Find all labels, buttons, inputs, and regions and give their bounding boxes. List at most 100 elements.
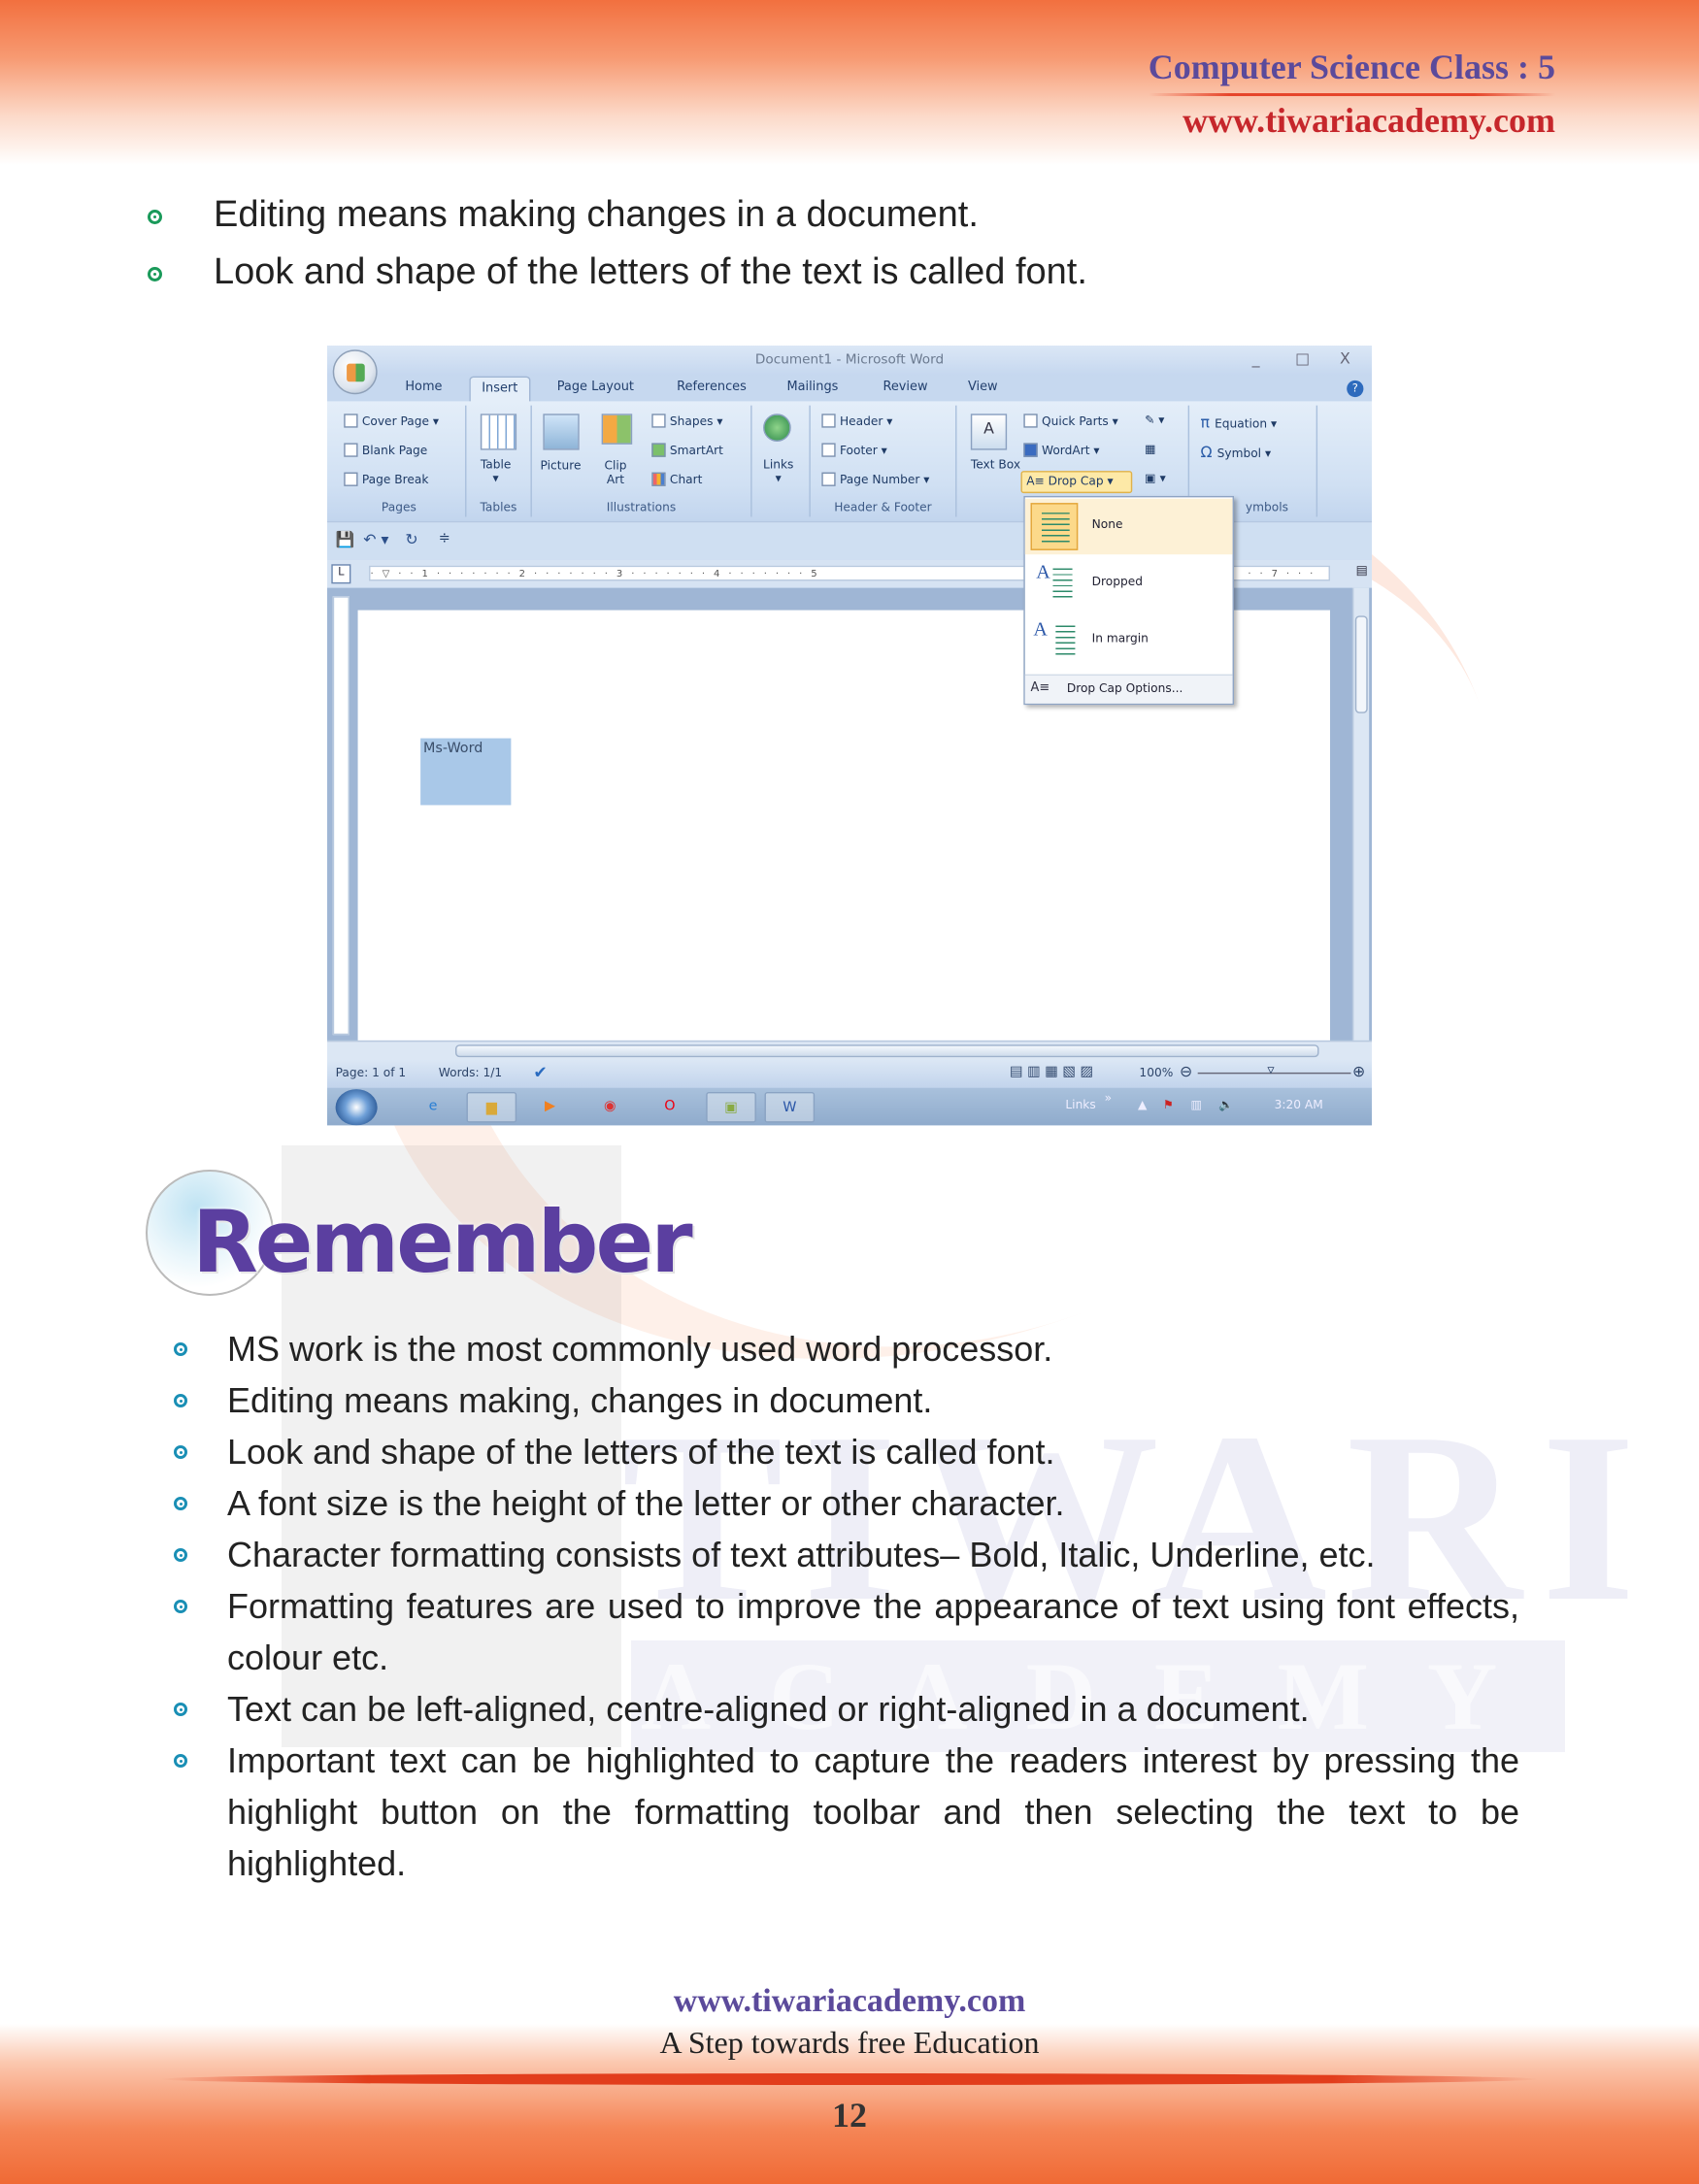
shapes-button[interactable]: Shapes ▾	[651, 414, 722, 429]
zoom-level[interactable]: 100%	[1139, 1067, 1173, 1080]
tab-mailings[interactable]: Mailings	[786, 381, 838, 394]
tab-review[interactable]: Review	[883, 381, 927, 394]
office-button[interactable]	[332, 349, 378, 395]
list-text: Editing means making changes in a docume…	[214, 194, 979, 235]
signature-line-icon[interactable]: ✎ ▾	[1145, 414, 1164, 427]
group-label: Pages	[381, 501, 416, 516]
group-pages: Cover Page ▾ Blank Page Page Break Pages	[333, 405, 467, 517]
list-item: Important text can be highlighted to cap…	[174, 1735, 1519, 1889]
chevron-icon[interactable]: »	[1105, 1092, 1112, 1106]
object-icon[interactable]: ▣ ▾	[1145, 473, 1166, 486]
close-button[interactable]: X	[1340, 349, 1350, 368]
customize-qat-icon[interactable]: ≑	[439, 531, 450, 546]
bullet-icon	[148, 210, 162, 224]
list-item: A font size is the height of the letter …	[174, 1477, 1519, 1529]
horizontal-scrollbar[interactable]	[327, 1040, 1373, 1061]
maximize-button[interactable]: □	[1295, 349, 1310, 368]
list-text: MS work is the most commonly used word p…	[227, 1329, 1053, 1369]
media-player-icon[interactable]: ▶	[525, 1092, 576, 1123]
bullet-icon	[174, 1754, 187, 1768]
header-website: www.tiwariacademy.com	[1183, 101, 1555, 140]
drop-cap-none-icon	[1030, 503, 1079, 550]
footer-button[interactable]: Footer ▾	[821, 443, 887, 458]
cover-page-button[interactable]: Cover Page ▾	[344, 414, 439, 429]
app-icon[interactable]: ▣	[706, 1091, 756, 1123]
action-center-icon[interactable]: ⚑	[1163, 1099, 1174, 1112]
footer-tagline: A Step towards free Education	[659, 2025, 1040, 2060]
chart-button[interactable]: Chart	[651, 472, 702, 487]
volume-icon[interactable]: 🔈	[1218, 1099, 1233, 1112]
scroll-thumb[interactable]	[1354, 615, 1368, 713]
list-item: Character formatting consists of text at…	[174, 1529, 1519, 1580]
quick-parts-button[interactable]: Quick Parts ▾	[1023, 414, 1118, 429]
tray-expand-icon[interactable]: ▲	[1138, 1099, 1147, 1112]
zoom-slider-thumb[interactable]: ▿	[1267, 1063, 1274, 1078]
help-icon[interactable]: ?	[1347, 380, 1364, 398]
internet-explorer-icon[interactable]: e	[408, 1092, 458, 1123]
group-label: Tables	[480, 501, 517, 516]
zoom-out-icon[interactable]: ⊖	[1180, 1063, 1192, 1081]
clock[interactable]: 3:20 AM	[1275, 1099, 1323, 1112]
drop-cap-margin-icon: A	[1031, 617, 1079, 665]
group-label: Illustrations	[606, 501, 677, 516]
remember-list: MS work is the most commonly used word p…	[174, 1323, 1519, 1889]
view-buttons[interactable]: ▤ ▥ ▦ ▧ ▨	[1010, 1064, 1093, 1079]
start-button[interactable]	[335, 1089, 378, 1126]
chrome-icon[interactable]: ◉	[584, 1092, 635, 1123]
list-text: Important text can be highlighted to cap…	[227, 1740, 1519, 1883]
picture-button[interactable]: Picture	[541, 460, 582, 474]
drop-cap-options-item[interactable]: A≡ Drop Cap Options...	[1024, 674, 1233, 704]
table-button[interactable]: Table ▾	[481, 458, 512, 486]
tab-page-layout[interactable]: Page Layout	[557, 381, 634, 394]
tab-references[interactable]: References	[677, 381, 747, 394]
menu-item-none[interactable]: None	[1024, 498, 1233, 555]
page-header: Computer Science Class : 5 www.tiwariaca…	[1148, 47, 1555, 141]
menu-item-in-margin[interactable]: A In margin	[1025, 612, 1233, 668]
tab-home[interactable]: Home	[405, 381, 442, 394]
explorer-icon[interactable]: ▆	[466, 1091, 517, 1123]
smartart-button[interactable]: SmartArt	[651, 443, 723, 458]
pi-icon: π	[1200, 414, 1216, 432]
zoom-in-icon[interactable]: ⊕	[1352, 1063, 1365, 1081]
tab-selector-icon[interactable]: L	[331, 564, 351, 584]
blank-page-button[interactable]: Blank Page	[344, 443, 427, 458]
symbol-button[interactable]: Ω Symbol ▾	[1201, 443, 1272, 461]
header-button[interactable]: Header ▾	[821, 414, 892, 429]
word-count[interactable]: Words: 1/1	[439, 1067, 502, 1080]
redo-icon[interactable]: ↻	[405, 531, 417, 549]
tab-insert[interactable]: Insert	[469, 376, 531, 403]
menu-item-dropped[interactable]: A Dropped	[1025, 556, 1233, 612]
proofing-check-icon[interactable]: ✔	[533, 1063, 547, 1082]
bullet-icon	[174, 1548, 187, 1562]
vertical-scrollbar[interactable]	[1351, 587, 1370, 1041]
page-count[interactable]: Page: 1 of 1	[336, 1067, 407, 1080]
links-button[interactable]: Links ▾	[763, 458, 793, 486]
list-item: Text can be left-aligned, centre-aligned…	[174, 1683, 1519, 1735]
drop-cap-button[interactable]: A≡ Drop Cap ▾	[1020, 471, 1133, 494]
clip-art-button[interactable]: Clip Art	[605, 460, 627, 488]
view-ruler-icon[interactable]: ▤	[1356, 564, 1368, 578]
tab-view[interactable]: View	[968, 381, 998, 394]
network-icon[interactable]: ▥	[1191, 1099, 1203, 1112]
opera-icon[interactable]: O	[645, 1092, 695, 1123]
picture-icon	[543, 414, 580, 450]
scroll-thumb[interactable]	[454, 1044, 1319, 1058]
date-time-icon[interactable]: ▦	[1145, 443, 1156, 456]
text-box-button[interactable]: Text Box	[971, 458, 1020, 472]
page-break-button[interactable]: Page Break	[344, 472, 428, 487]
undo-icon[interactable]: ↶ ▾	[363, 531, 388, 549]
page-number-button[interactable]: Page Number ▾	[821, 472, 929, 487]
word-taskbar-icon[interactable]: W	[764, 1091, 816, 1123]
list-item: Editing means making changes in a docume…	[148, 190, 1573, 248]
footer-divider	[160, 2073, 1539, 2085]
equation-button[interactable]: π Equation ▾	[1201, 414, 1278, 432]
group-illustrations: Picture Clip Art Shapes ▾ SmartArt Chart…	[532, 405, 752, 517]
links-toolbar[interactable]: Links	[1065, 1099, 1095, 1112]
wordart-button[interactable]: WordArt ▾	[1023, 443, 1099, 458]
save-icon[interactable]: 💾	[336, 531, 355, 549]
list-text: Editing means making, changes in documen…	[227, 1380, 933, 1420]
minimize-button[interactable]: _	[1252, 349, 1260, 368]
selected-text-box[interactable]: Ms-Word	[420, 738, 512, 806]
list-text: Look and shape of the letters of the tex…	[214, 251, 1087, 292]
blank-page-icon	[344, 443, 358, 457]
